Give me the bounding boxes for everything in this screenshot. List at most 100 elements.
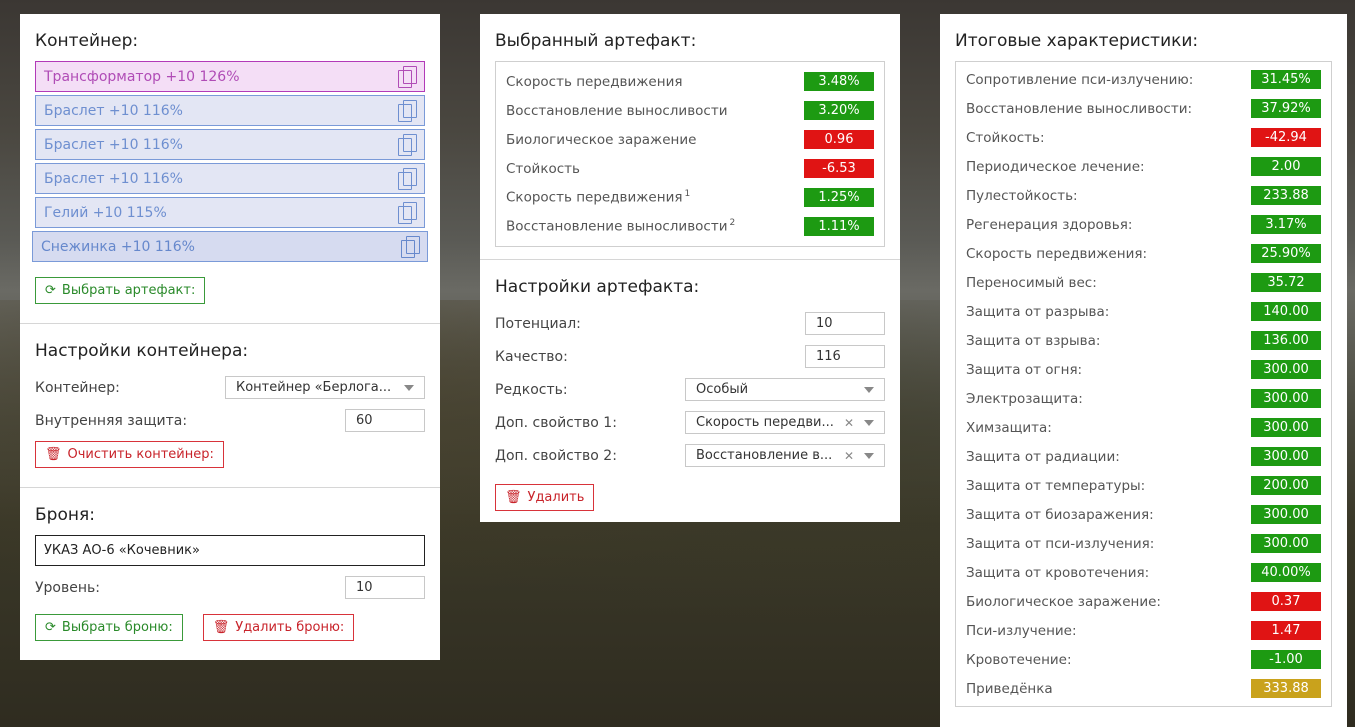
container-select[interactable]: Контейнер «Берлога...: [225, 376, 425, 399]
stat-name-text: Защита от биозаражения:: [966, 506, 1154, 523]
stat-name: Пулестойкость:: [966, 188, 1078, 204]
clear-icon[interactable]: ✕: [844, 416, 854, 430]
artifact-slot[interactable]: Браслет +10 116%: [35, 95, 425, 126]
artifact-stat-row: Скорость передвижения 1 1.25%: [506, 183, 874, 212]
totals-section: Итоговые характеристики: Сопротивление п…: [940, 14, 1347, 723]
extra2-label: Доп. свойство 2:: [495, 447, 617, 464]
stat-value-badge: 25.90%: [1251, 244, 1321, 263]
total-stat-row: Восстановление выносливости: 37.92%: [966, 94, 1321, 123]
armor-level-row: Уровень: 10: [35, 571, 425, 604]
copy-icon[interactable]: [398, 133, 417, 156]
stat-value-badge: 200.00: [1251, 476, 1321, 495]
rarity-select-value: Особый: [696, 382, 749, 397]
stat-value-badge: 300.00: [1251, 389, 1321, 408]
stat-value-badge: 300.00: [1251, 447, 1321, 466]
copy-icon[interactable]: [398, 167, 417, 190]
stat-value-badge: 3.48%: [804, 72, 874, 91]
delete-armor-button[interactable]: 🗑 Удалить броню:: [202, 614, 355, 641]
artifact-slot[interactable]: Браслет +10 116%: [35, 163, 425, 194]
delete-artifact-button[interactable]: 🗑 Удалить: [495, 484, 595, 511]
stat-name: Приведёнка: [966, 681, 1053, 697]
stat-name: Скорость передвижения:: [966, 246, 1147, 262]
total-stat-row: Пси-излучение: 1.47: [966, 616, 1321, 645]
total-stat-row: Пулестойкость: 233.88: [966, 181, 1321, 210]
armor-input[interactable]: УКАЗ АО-6 «Кочевник»: [35, 535, 425, 566]
selected-artifact-title: Выбранный артефакт:: [495, 31, 697, 51]
delete-artifact-label: Удалить: [527, 490, 585, 505]
total-stat-row: Защита от биозаражения: 300.00: [966, 500, 1321, 529]
stat-name-text: Защита от пси-излучения:: [966, 535, 1155, 552]
select-artifact-label: Выбрать артефакт:: [61, 283, 196, 298]
clear-container-button[interactable]: 🗑 Очистить контейнер:: [35, 441, 224, 468]
extra1-select[interactable]: Скорость передви... ✕: [685, 411, 885, 434]
potential-input[interactable]: 10: [805, 312, 885, 335]
artifact-slot-label: Браслет +10 116%: [44, 170, 183, 187]
extra1-label: Доп. свойство 1:: [495, 414, 617, 431]
artifact-stat-row: Восстановление выносливости 3.20%: [506, 96, 874, 125]
stat-value-badge: 140.00: [1251, 302, 1321, 321]
stat-value-badge: 0.37: [1251, 592, 1321, 611]
stat-name: Защита от температуры:: [966, 478, 1145, 494]
totals-title: Итоговые характеристики:: [955, 31, 1199, 51]
stat-name-text: Приведёнка: [966, 680, 1053, 697]
quality-label: Качество:: [495, 348, 568, 365]
artifact-slot[interactable]: Браслет +10 116%: [35, 129, 425, 160]
artifact-slot-list: Трансформатор +10 126% Браслет +10 116% Бр…: [32, 61, 428, 262]
artifact-slot[interactable]: Гелий +10 115%: [35, 197, 425, 228]
stat-name-text: Биологическое заражение: [506, 131, 697, 148]
inner-protection-input[interactable]: 60: [345, 409, 425, 432]
total-stat-row: Приведёнка 333.88: [966, 674, 1321, 703]
clear-icon[interactable]: ✕: [844, 449, 854, 463]
stat-name-text: Защита от температуры:: [966, 477, 1146, 494]
stat-value-badge: 300.00: [1251, 505, 1321, 524]
artifact-slot[interactable]: Снежинка +10 116%: [32, 231, 428, 262]
quality-input[interactable]: 116: [805, 345, 885, 368]
stat-name: Защита от биозаражения:: [966, 507, 1154, 523]
stat-value-badge: 136.00: [1251, 331, 1321, 350]
stat-value-badge: 333.88: [1251, 679, 1321, 698]
container-title: Контейнер:: [35, 31, 139, 51]
stat-name-text: Кровотечение:: [966, 651, 1072, 668]
stat-footnote: 1: [684, 189, 691, 200]
extra2-select[interactable]: Восстановление в... ✕: [685, 444, 885, 467]
total-stat-row: Электрозащита: 300.00: [966, 384, 1321, 413]
quality-row: Качество: 116: [495, 340, 885, 373]
select-armor-button[interactable]: ⟳ Выбрать броню:: [35, 614, 183, 641]
refresh-icon: ⟳: [45, 283, 56, 298]
stat-value-badge: 3.20%: [804, 101, 874, 120]
stat-name: Защита от разрыва:: [966, 304, 1109, 320]
trash-icon: 🗑: [505, 490, 522, 505]
stat-value-badge: -42.94: [1251, 128, 1321, 147]
stat-name-text: Скорость передвижения: [506, 189, 683, 206]
copy-icon[interactable]: [398, 99, 417, 122]
total-stat-row: Переносимый вес: 35.72: [966, 268, 1321, 297]
select-artifact-button[interactable]: ⟳ Выбрать артефакт:: [35, 277, 206, 304]
stat-name-text: Стойкость:: [966, 129, 1045, 146]
artifact-settings-section: Настройки артефакта: Потенциал: 10 Качес…: [480, 260, 900, 527]
armor-level-input[interactable]: 10: [345, 576, 425, 599]
artifact-stat-row: Восстановление выносливости 2 1.11%: [506, 212, 874, 241]
stat-name: Защита от радиации:: [966, 449, 1120, 465]
copy-icon[interactable]: [398, 201, 417, 224]
artifact-slot[interactable]: Трансформатор +10 126%: [35, 61, 425, 92]
artifact-stat-row: Скорость передвижения 3.48%: [506, 67, 874, 96]
stat-name-text: Переносимый вес:: [966, 274, 1097, 291]
copy-icon[interactable]: [401, 235, 420, 258]
artifact-stats-list: Скорость передвижения 3.48% Восстановление…: [495, 61, 885, 247]
stat-name-text: Скорость передвижения: [506, 73, 683, 90]
rarity-select[interactable]: Особый: [685, 378, 885, 401]
stat-name-text: Скорость передвижения:: [966, 245, 1148, 262]
total-stat-row: Периодическое лечение: 2.00: [966, 152, 1321, 181]
stat-name: Стойкость: [506, 161, 580, 177]
delete-armor-label: Удалить броню:: [235, 620, 345, 635]
total-stat-row: Защита от разрыва: 140.00: [966, 297, 1321, 326]
copy-icon[interactable]: [398, 65, 417, 88]
stat-value-badge: 35.72: [1251, 273, 1321, 292]
stat-name-text: Защита от взрыва:: [966, 332, 1101, 349]
stat-name: Защита от кровотечения:: [966, 565, 1149, 581]
artifact-settings-title: Настройки артефакта:: [495, 277, 700, 297]
stat-name: Биологическое заражение:: [966, 594, 1161, 610]
container-select-value: Контейнер «Берлога...: [236, 380, 392, 395]
stat-value-badge: -1.00: [1251, 650, 1321, 669]
stat-value-badge: 233.88: [1251, 186, 1321, 205]
